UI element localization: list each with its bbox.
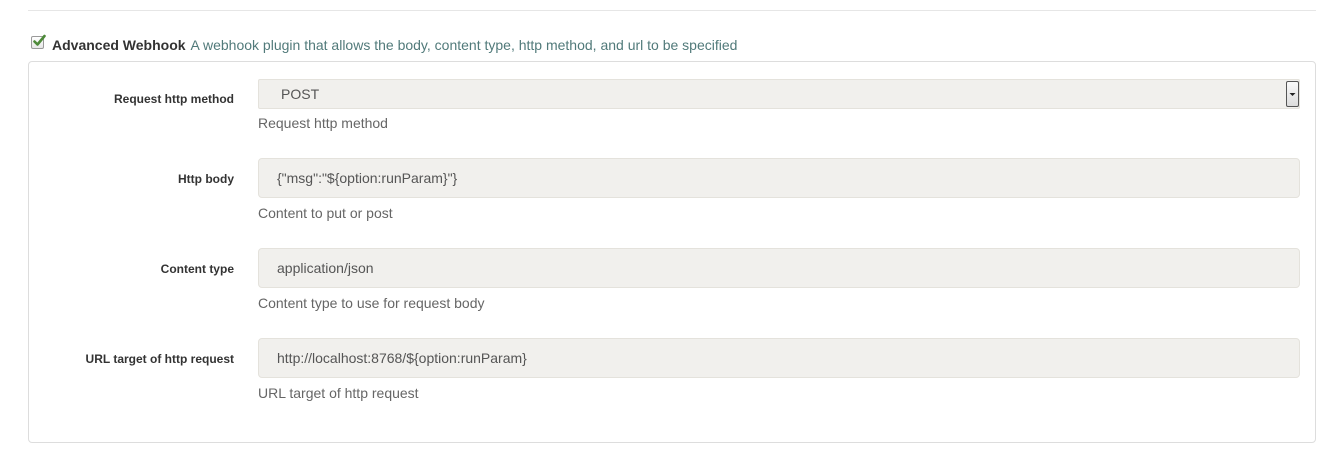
- method-help: Request http method: [258, 115, 388, 131]
- plugin-config-panel: Request http method POST Request http me…: [28, 61, 1316, 443]
- body-input-value: {"msg":"${option:runParam}"}: [277, 170, 458, 186]
- url-input[interactable]: http://localhost:8768/${option:runParam}: [258, 338, 1300, 378]
- method-label: Request http method: [114, 92, 234, 106]
- content-type-input-value: application/json: [277, 260, 374, 276]
- plugin-enable-checkbox[interactable]: [31, 34, 46, 49]
- url-help: URL target of http request: [258, 385, 419, 401]
- top-divider: [28, 10, 1316, 11]
- plugin-description: A webhook plugin that allows the body, c…: [190, 37, 738, 53]
- body-label: Http body: [178, 172, 234, 186]
- url-label: URL target of http request: [85, 352, 234, 366]
- plugin-header: Advanced Webhook A webhook plugin that a…: [31, 34, 737, 56]
- content-type-label: Content type: [160, 262, 234, 276]
- plugin-title: Advanced Webhook: [52, 37, 186, 53]
- method-select-value: POST: [281, 86, 320, 102]
- body-help: Content to put or post: [258, 205, 393, 221]
- checkmark-icon: [33, 34, 46, 46]
- method-select[interactable]: POST: [258, 79, 1300, 109]
- content-type-help: Content type to use for request body: [258, 295, 485, 311]
- content-type-input[interactable]: application/json: [258, 248, 1300, 288]
- select-arrow-button[interactable]: [1286, 81, 1299, 107]
- chevron-down-icon: [1289, 92, 1296, 96]
- body-input[interactable]: {"msg":"${option:runParam}"}: [258, 158, 1300, 198]
- url-input-value: http://localhost:8768/${option:runParam}: [277, 350, 527, 366]
